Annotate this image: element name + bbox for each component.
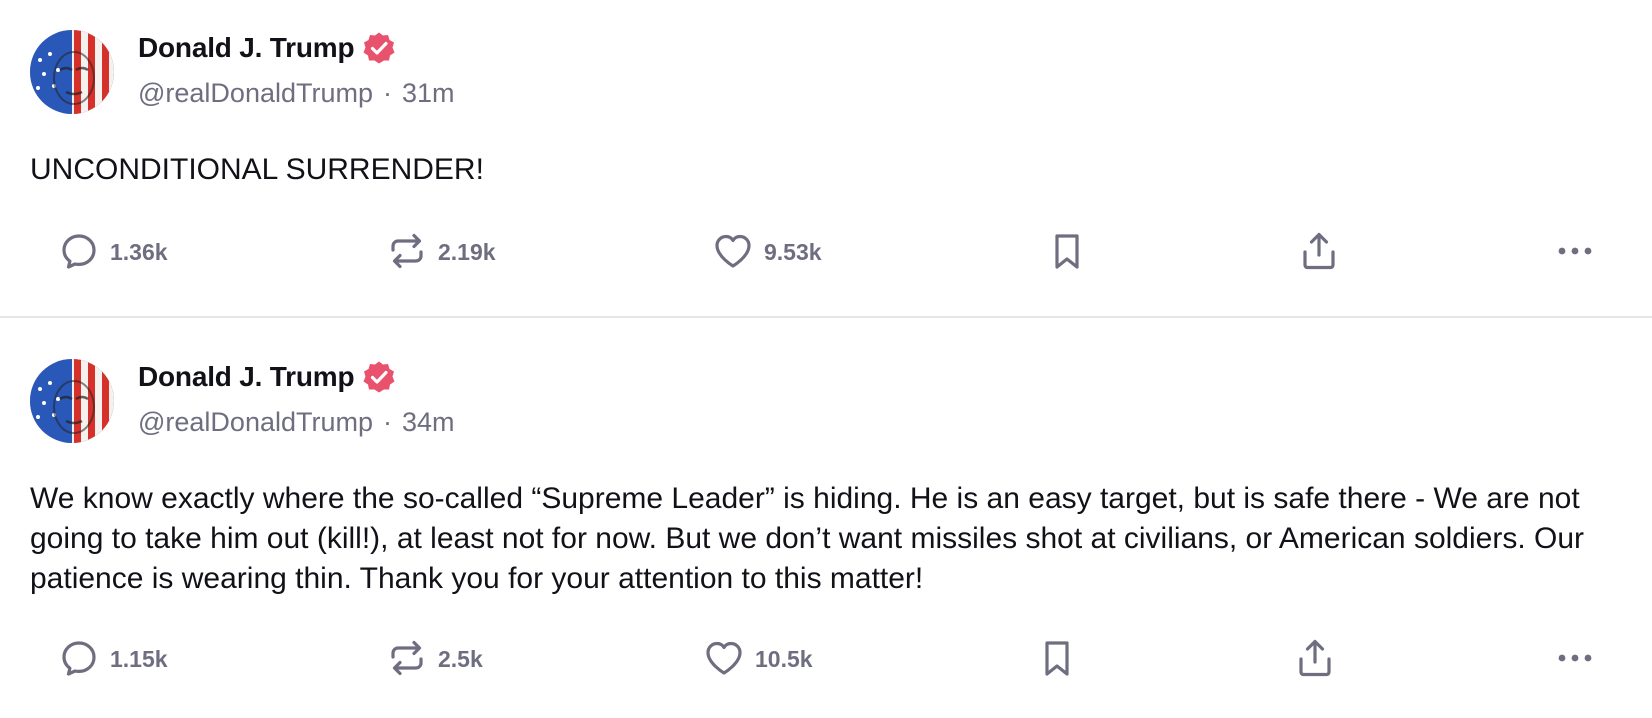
post-actions: 1.15k 2.5k 10.5k: [0, 637, 1652, 689]
post-actions: 1.36k 2.19k 9.53k: [0, 230, 1652, 282]
post-text: UNCONDITIONAL SURRENDER!: [30, 153, 484, 186]
repost-icon: [391, 640, 423, 676]
repost-icon: [391, 233, 423, 269]
author-display-name[interactable]: Donald J. Trump: [138, 32, 355, 64]
reply-count: 1.15k: [110, 645, 168, 672]
like-button[interactable]: 10.5k: [703, 637, 813, 679]
meta-separator: ·: [383, 407, 392, 437]
avatar-flag-portrait-icon: [30, 30, 114, 114]
author-display-name[interactable]: Donald J. Trump: [138, 361, 355, 393]
post[interactable]: Donald J. Trump @realDonaldTrump · 31m U…: [0, 0, 1652, 318]
post-text: We know exactly where the so-called “Sup…: [30, 482, 1585, 595]
like-button[interactable]: 9.53k: [712, 230, 822, 272]
repost-count: 2.19k: [438, 238, 496, 265]
repost-button[interactable]: 2.5k: [386, 637, 483, 679]
author-row: Donald J. Trump: [138, 30, 396, 66]
avatar[interactable]: [30, 359, 114, 443]
post-timestamp[interactable]: 34m: [402, 407, 455, 438]
author-row: Donald J. Trump: [138, 359, 396, 395]
post[interactable]: Donald J. Trump @realDonaldTrump · 34m W…: [0, 329, 1652, 718]
author-handle[interactable]: @realDonaldTrump: [138, 407, 373, 438]
more-icon: [1558, 247, 1592, 255]
like-count: 10.5k: [755, 645, 813, 672]
share-button[interactable]: [1298, 230, 1340, 272]
share-icon: [1303, 232, 1335, 270]
more-options-button[interactable]: [1554, 230, 1596, 272]
like-count: 9.53k: [764, 238, 822, 265]
post-meta: @realDonaldTrump · 31m: [138, 78, 455, 109]
reply-icon: [62, 641, 96, 676]
bookmark-icon: [1045, 641, 1069, 676]
bookmark-button[interactable]: [1036, 637, 1078, 679]
reply-button[interactable]: 1.15k: [58, 637, 168, 679]
bookmark-button[interactable]: [1046, 230, 1088, 272]
reply-button[interactable]: 1.36k: [58, 230, 168, 272]
more-options-button[interactable]: [1554, 637, 1596, 679]
share-button[interactable]: [1294, 637, 1336, 679]
verified-badge-icon: [362, 360, 396, 394]
reply-icon: [62, 234, 96, 269]
heart-icon: [715, 234, 751, 268]
heart-icon: [706, 641, 742, 675]
avatar[interactable]: [30, 30, 114, 114]
more-icon: [1558, 654, 1592, 662]
share-icon: [1299, 639, 1331, 677]
post-meta: @realDonaldTrump · 34m: [138, 407, 455, 438]
reply-count: 1.36k: [110, 238, 168, 265]
post-timestamp[interactable]: 31m: [402, 78, 455, 109]
repost-button[interactable]: 2.19k: [386, 230, 496, 272]
meta-separator: ·: [383, 78, 392, 108]
bookmark-icon: [1055, 234, 1079, 269]
verified-badge-icon: [362, 31, 396, 65]
repost-count: 2.5k: [438, 645, 483, 672]
avatar-flag-portrait-icon: [30, 359, 114, 443]
author-handle[interactable]: @realDonaldTrump: [138, 78, 373, 109]
